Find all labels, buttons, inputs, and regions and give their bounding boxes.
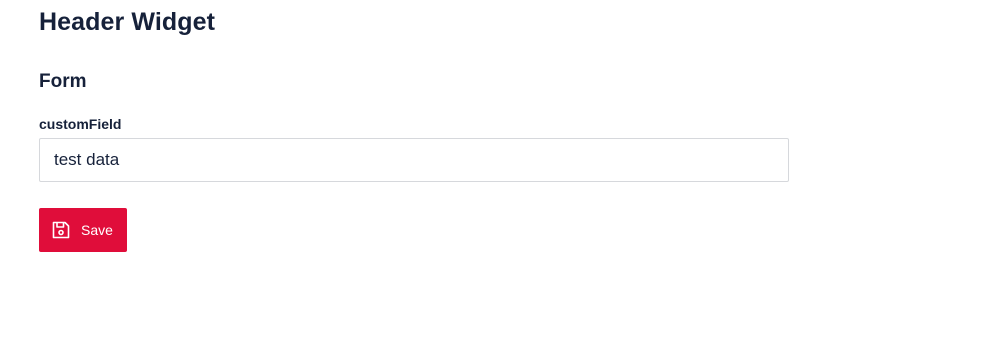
form-title: Form — [39, 71, 87, 92]
custom-field-input[interactable] — [39, 138, 789, 182]
page: Header Widget Form customField Save — [0, 0, 1003, 358]
custom-field-label: customField — [39, 116, 122, 132]
floppy-disk-icon — [51, 220, 71, 240]
save-button-label: Save — [81, 222, 113, 238]
page-title: Header Widget — [39, 8, 216, 36]
save-button[interactable]: Save — [39, 208, 127, 252]
